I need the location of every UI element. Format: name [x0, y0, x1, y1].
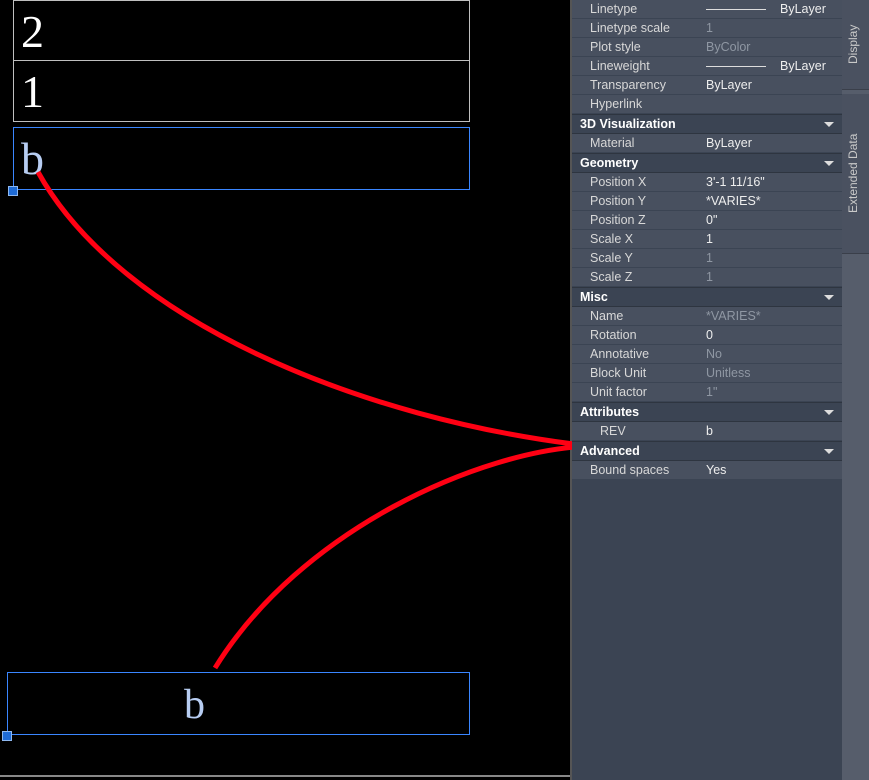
- prop-label: Scale Y: [572, 251, 702, 265]
- side-tab-extended-data[interactable]: Extended Data: [842, 94, 869, 254]
- section-title: Advanced: [580, 444, 640, 458]
- prop-label: Lineweight: [572, 59, 702, 73]
- prop-value[interactable]: No: [702, 347, 842, 361]
- prop-value[interactable]: 1: [702, 251, 842, 265]
- selection-grip-icon[interactable]: [2, 731, 12, 741]
- section-header-attributes[interactable]: Attributes: [572, 402, 842, 422]
- annotation-curve: [215, 446, 572, 668]
- prop-value[interactable]: ByLayer: [702, 59, 842, 73]
- prop-row-plot-style[interactable]: Plot style ByColor: [572, 38, 842, 57]
- side-tab-display[interactable]: Display: [842, 0, 869, 90]
- prop-row-rev[interactable]: REV b: [572, 422, 842, 441]
- prop-row-linetype[interactable]: Linetype ByLayer: [572, 0, 842, 19]
- selection-grip-icon[interactable]: [8, 186, 18, 196]
- prop-label: Block Unit: [572, 366, 702, 380]
- prop-label: Transparency: [572, 78, 702, 92]
- prop-value[interactable]: 1: [702, 21, 842, 35]
- side-tab-bar: Display Extended Data: [842, 0, 869, 780]
- prop-label: Position X: [572, 175, 702, 189]
- prop-value[interactable]: Yes: [702, 463, 842, 477]
- prop-label: Position Z: [572, 213, 702, 227]
- prop-label: Linetype scale: [572, 21, 702, 35]
- prop-label: Scale Z: [572, 270, 702, 284]
- section-header-3d-visualization[interactable]: 3D Visualization: [572, 114, 842, 134]
- prop-label: Rotation: [572, 328, 702, 342]
- table-cell-2[interactable]: 1: [13, 61, 470, 122]
- prop-label: Linetype: [572, 2, 702, 16]
- block-rev-selected[interactable]: b: [7, 672, 470, 735]
- prop-value[interactable]: ByColor: [702, 40, 842, 54]
- prop-label: Bound spaces: [572, 463, 702, 477]
- prop-value[interactable]: 0": [702, 213, 842, 227]
- section-title: Attributes: [580, 405, 639, 419]
- prop-row-position-x[interactable]: Position X 3'-1 11/16": [572, 173, 842, 192]
- linetype-swatch-icon: [706, 9, 766, 10]
- prop-row-scale-x[interactable]: Scale X 1: [572, 230, 842, 249]
- prop-label: REV: [572, 424, 702, 438]
- prop-value[interactable]: b: [702, 424, 842, 438]
- table-cell-3-selected[interactable]: b: [13, 127, 470, 190]
- prop-value[interactable]: 3'-1 11/16": [702, 175, 842, 189]
- chevron-down-icon: [824, 449, 834, 454]
- prop-row-scale-y[interactable]: Scale Y 1: [572, 249, 842, 268]
- prop-row-linetype-scale[interactable]: Linetype scale 1: [572, 19, 842, 38]
- prop-row-annotative[interactable]: Annotative No: [572, 345, 842, 364]
- cell-text: 2: [21, 5, 44, 58]
- prop-row-unit-factor[interactable]: Unit factor 1": [572, 383, 842, 402]
- prop-value[interactable]: 1: [702, 232, 842, 246]
- prop-row-lineweight[interactable]: Lineweight ByLayer: [572, 57, 842, 76]
- prop-label: Unit factor: [572, 385, 702, 399]
- prop-label: Plot style: [572, 40, 702, 54]
- prop-label: Position Y: [572, 194, 702, 208]
- prop-row-transparency[interactable]: Transparency ByLayer: [572, 76, 842, 95]
- prop-row-rotation[interactable]: Rotation 0: [572, 326, 842, 345]
- prop-row-material[interactable]: Material ByLayer: [572, 134, 842, 153]
- chevron-down-icon: [824, 122, 834, 127]
- prop-row-position-z[interactable]: Position Z 0": [572, 211, 842, 230]
- prop-row-scale-z[interactable]: Scale Z 1: [572, 268, 842, 287]
- section-header-geometry[interactable]: Geometry: [572, 153, 842, 173]
- cell-text: 1: [21, 65, 44, 118]
- section-title: 3D Visualization: [580, 117, 676, 131]
- prop-value[interactable]: Unitless: [702, 366, 842, 380]
- prop-value[interactable]: ByLayer: [702, 78, 842, 92]
- lineweight-swatch-icon: [706, 66, 766, 67]
- annotation-curve: [38, 172, 572, 446]
- prop-value[interactable]: 1: [702, 270, 842, 284]
- prop-label: Annotative: [572, 347, 702, 361]
- chevron-down-icon: [824, 161, 834, 166]
- prop-label: Name: [572, 309, 702, 323]
- prop-label: Scale X: [572, 232, 702, 246]
- prop-value[interactable]: ByLayer: [702, 2, 842, 16]
- cell-text: b: [184, 681, 205, 729]
- cell-text: b: [21, 132, 44, 185]
- prop-value[interactable]: ByLayer: [702, 136, 842, 150]
- table-cell-1[interactable]: 2: [13, 0, 470, 61]
- canvas-border: [0, 775, 570, 777]
- prop-row-hyperlink[interactable]: Hyperlink: [572, 95, 842, 114]
- prop-value[interactable]: 0: [702, 328, 842, 342]
- app-root: 2 1 b b Linetype ByLayer Linetype scale …: [0, 0, 869, 780]
- chevron-down-icon: [824, 295, 834, 300]
- drawing-canvas[interactable]: 2 1 b b: [0, 0, 572, 780]
- section-title: Geometry: [580, 156, 638, 170]
- properties-panel: Linetype ByLayer Linetype scale 1 Plot s…: [572, 0, 842, 780]
- prop-label: Material: [572, 136, 702, 150]
- prop-label: Hyperlink: [572, 97, 702, 111]
- prop-value[interactable]: 1": [702, 385, 842, 399]
- prop-row-bound-spaces[interactable]: Bound spaces Yes: [572, 461, 842, 480]
- prop-value[interactable]: *VARIES*: [702, 194, 842, 208]
- chevron-down-icon: [824, 410, 834, 415]
- prop-row-block-unit[interactable]: Block Unit Unitless: [572, 364, 842, 383]
- section-header-misc[interactable]: Misc: [572, 287, 842, 307]
- prop-row-name[interactable]: Name *VARIES*: [572, 307, 842, 326]
- section-header-advanced[interactable]: Advanced: [572, 441, 842, 461]
- section-title: Misc: [580, 290, 608, 304]
- prop-value[interactable]: *VARIES*: [702, 309, 842, 323]
- prop-row-position-y[interactable]: Position Y *VARIES*: [572, 192, 842, 211]
